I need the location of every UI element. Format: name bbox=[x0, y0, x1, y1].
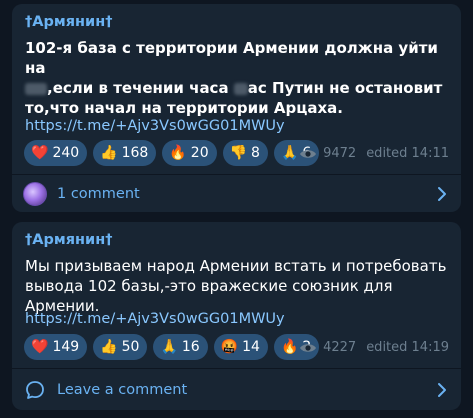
fire-icon: 🔥 bbox=[169, 145, 187, 161]
post-text-segment: ас Путин не остановит bbox=[247, 79, 443, 97]
reaction-heart[interactable]: ❤️ 149 bbox=[24, 334, 88, 360]
post-text-line: то,что начал на территории Арцаха. bbox=[25, 99, 343, 117]
leave-comment-button[interactable]: Leave a comment bbox=[12, 369, 461, 410]
post-meta: 4227 edited 14:19 bbox=[299, 340, 449, 355]
post-meta: 9472 edited 14:11 bbox=[299, 146, 449, 161]
chevron-right-icon bbox=[438, 186, 446, 201]
post-text: Мы призываем народ Армении встать и потр… bbox=[25, 256, 453, 316]
eye-icon bbox=[300, 343, 317, 352]
reaction-count: 8 bbox=[251, 145, 260, 161]
avatar bbox=[23, 181, 47, 206]
channel-post: †Армянин† 102-я база с территории Армени… bbox=[12, 4, 461, 212]
post-link[interactable]: https://t.me/+Ajv3Vs0wGG01MWUy bbox=[25, 311, 285, 327]
reaction-fire[interactable]: 🔥 20 bbox=[162, 140, 217, 166]
thumbs-up-icon: 👍 bbox=[100, 145, 118, 161]
reaction-count: 240 bbox=[52, 145, 80, 161]
reaction-count: 149 bbox=[52, 339, 80, 355]
spoiler-blur[interactable] bbox=[233, 82, 248, 95]
fire-icon: 🔥 bbox=[280, 339, 299, 355]
reaction-count: 20 bbox=[190, 145, 209, 161]
comment-label: 1 comment bbox=[57, 185, 140, 202]
eye-icon bbox=[300, 149, 317, 158]
pray-icon: 🙏 bbox=[280, 145, 299, 161]
channel-post: †Армянин† Мы призываем народ Армении вст… bbox=[12, 222, 461, 410]
post-text: 102-я база с территории Армении должна у… bbox=[25, 38, 453, 118]
comment-label: Leave a comment bbox=[57, 381, 188, 398]
thumbs-down-icon: 👎 bbox=[229, 145, 248, 161]
view-count: 9472 bbox=[323, 146, 357, 161]
angry-face-icon: 🤬 bbox=[220, 339, 239, 355]
edited-time: edited 14:19 bbox=[366, 340, 449, 355]
reaction-heart[interactable]: ❤️ 240 bbox=[24, 140, 88, 166]
reaction-count: 14 bbox=[242, 339, 260, 355]
chevron-right-icon bbox=[438, 382, 446, 397]
reaction-thumbs-up[interactable]: 👍 50 bbox=[93, 334, 148, 360]
edited-time: edited 14:11 bbox=[366, 146, 449, 161]
pray-icon: 🙏 bbox=[160, 339, 178, 355]
reaction-thumbs-down[interactable]: 👎 8 bbox=[222, 140, 268, 166]
heart-icon: ❤️ bbox=[31, 145, 49, 161]
reaction-count: 168 bbox=[121, 145, 149, 161]
post-author[interactable]: †Армянин† bbox=[25, 232, 112, 248]
post-text-line: ,если в течении часа ас Путин не останов… bbox=[25, 78, 453, 98]
post-text-segment: ,если в течении часа bbox=[47, 79, 234, 97]
post-author[interactable]: †Армянин† bbox=[25, 14, 112, 30]
spoiler-blur[interactable] bbox=[25, 82, 47, 95]
reaction-pray[interactable]: 🙏 16 bbox=[153, 334, 208, 360]
post-text-line: Мы призываем народ Армении встать и потр… bbox=[25, 257, 447, 275]
reaction-thumbs-up[interactable]: 👍 168 bbox=[93, 140, 157, 166]
post-text-line: 102-я база с территории Армении должна у… bbox=[25, 39, 438, 77]
post-text-line: вывода 102 базы,-это вражеские союзник д… bbox=[25, 277, 393, 315]
reactions-bar: ❤️ 149 👍 50 🙏 16 🤬 14 🔥 2 bbox=[24, 334, 320, 360]
heart-icon: ❤️ bbox=[31, 339, 49, 355]
thumbs-up-icon: 👍 bbox=[100, 339, 118, 355]
reaction-count: 50 bbox=[121, 339, 140, 355]
post-link[interactable]: https://t.me/+Ajv3Vs0wGG01MWUy bbox=[25, 118, 285, 134]
reaction-angry[interactable]: 🤬 14 bbox=[213, 334, 268, 360]
reaction-count: 16 bbox=[181, 339, 200, 355]
comments-button[interactable]: 1 comment bbox=[12, 175, 461, 212]
view-count: 4227 bbox=[323, 340, 357, 355]
comment-bubble-icon bbox=[26, 380, 44, 399]
reactions-bar: ❤️ 240 👍 168 🔥 20 👎 8 🙏 6 bbox=[24, 140, 320, 166]
